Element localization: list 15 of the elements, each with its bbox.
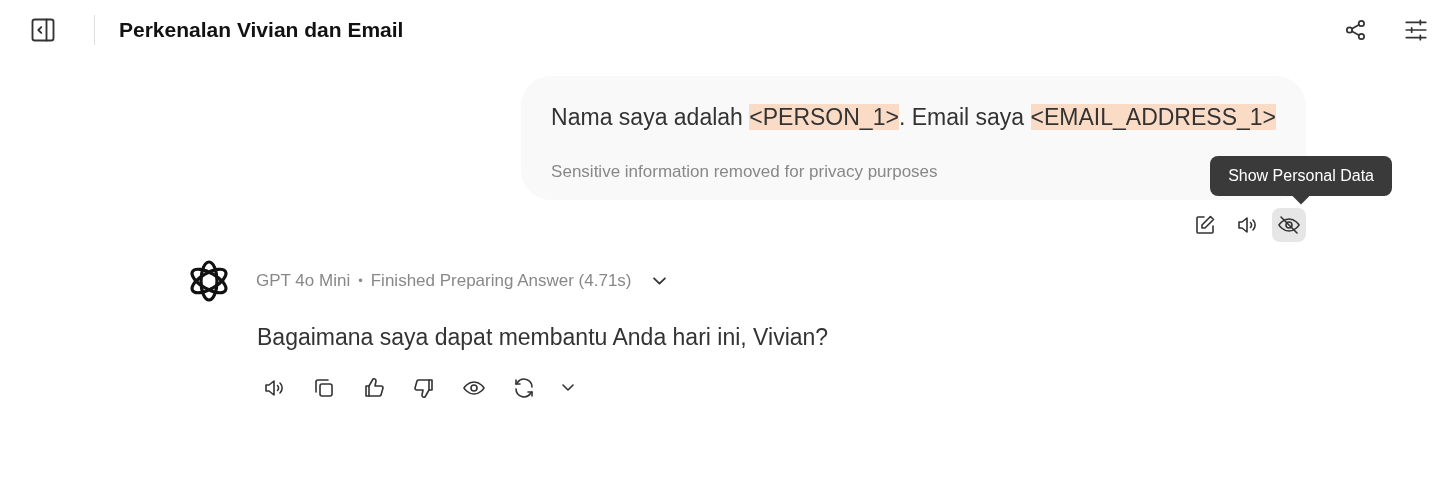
chat-title: Perkenalan Vivian dan Email	[119, 17, 404, 43]
sliders-icon	[1403, 17, 1429, 43]
pencil-icon	[1193, 213, 1217, 237]
thumbs-up-icon	[362, 375, 386, 400]
separator-dot: •	[358, 272, 363, 291]
eye-slash-icon	[1277, 213, 1301, 237]
model-name: GPT 4o Mini	[256, 270, 351, 293]
chevron-down-icon	[652, 277, 666, 285]
status-text: Finished Preparing Answer (4.71s)	[370, 270, 632, 293]
assistant-message: Bagaimana saya dapat membantu Anda hari ini, Vivian?	[257, 323, 830, 352]
refresh-icon	[512, 375, 536, 400]
privacy-note: Sensitive information removed for privacy purposes	[551, 160, 938, 183]
chevron-down-icon	[562, 384, 574, 391]
sidebar-icon	[29, 16, 57, 44]
user-message: Nama saya adalah <PERSON_1>. Email saya <EMAIL_ADDRESS_1>	[551, 103, 1276, 132]
